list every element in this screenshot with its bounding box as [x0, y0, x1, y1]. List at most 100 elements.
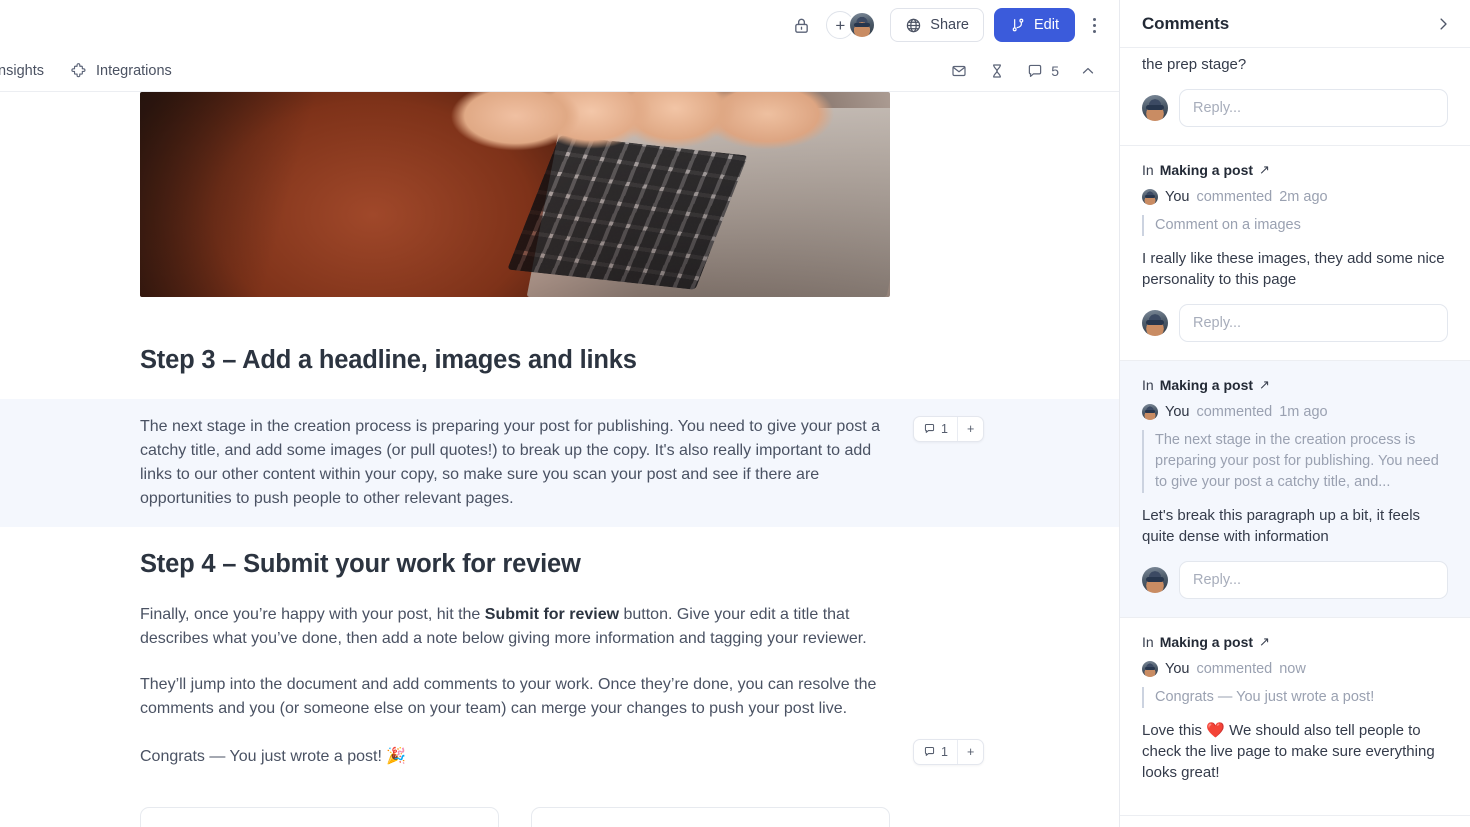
puzzle-icon — [70, 62, 87, 79]
sidebar-item-integrations[interactable]: Integrations — [60, 57, 182, 84]
share-button[interactable]: Share — [890, 8, 984, 42]
sub-toolbar: Insights Integrations — [0, 50, 1119, 92]
sub-item-label: Integrations — [95, 62, 172, 79]
heart-icon: ❤️ — [1206, 722, 1225, 739]
avatar — [1142, 404, 1158, 420]
plus-icon: + — [966, 744, 975, 759]
chevron-right-icon[interactable] — [1434, 15, 1452, 33]
collaborators: + — [826, 11, 877, 39]
external-link-icon[interactable]: ↗ — [1259, 634, 1270, 650]
comment-timestamp: 1m ago — [1279, 404, 1328, 420]
comment-body: I really like these images, they add som… — [1142, 250, 1445, 288]
comment-action: commented — [1196, 661, 1273, 677]
comment-meta: You commented now — [1142, 661, 1448, 677]
external-link-icon[interactable]: ↗ — [1259, 162, 1270, 178]
comment-action: commented — [1196, 189, 1273, 205]
comment-card[interactable]: In Making a post ↗ You commented now Con… — [1120, 618, 1470, 816]
reply-row — [1142, 304, 1448, 342]
highlighted-paragraph-wrap: The next stage in the creation process i… — [0, 398, 1119, 527]
avatar — [1142, 310, 1168, 336]
comment-meta: You commented 1m ago — [1142, 404, 1448, 420]
comment-count-badge[interactable]: 1 — [914, 739, 958, 764]
kebab-menu-icon[interactable] — [1079, 8, 1109, 42]
lock-icon[interactable] — [784, 8, 818, 42]
comment-quote: Congrats — You just wrote a post! — [1142, 687, 1448, 708]
avatar — [1142, 661, 1158, 677]
paragraph-congrats: Congrats — You just wrote a post! 🎉 — [140, 747, 407, 765]
inbox-icon[interactable] — [942, 56, 976, 86]
comment-page-link[interactable]: Making a post — [1160, 634, 1253, 650]
paragraph-step-4: Finally, once you’re happy with your pos… — [140, 603, 890, 651]
comment-author: You — [1165, 661, 1190, 677]
comment-icon — [1026, 62, 1044, 80]
heading-step-3: Step 3 – Add a headline, images and link… — [140, 346, 637, 374]
globe-icon — [905, 17, 922, 34]
comment-count-label: 1 — [941, 421, 948, 436]
add-collaborator-label: + — [835, 15, 846, 35]
reply-row — [1142, 89, 1448, 127]
next-page-card[interactable]: Next - Product Guides — [531, 806, 890, 827]
comments-list[interactable]: the prep stage? In Making a post ↗ You c… — [1120, 48, 1470, 827]
comment-timestamp: 2m ago — [1279, 189, 1328, 205]
reply-input[interactable] — [1179, 304, 1448, 342]
comment-timestamp: now — [1279, 661, 1306, 677]
add-comment-button[interactable]: + — [958, 417, 983, 441]
comment-page-link[interactable]: Making a post — [1160, 162, 1253, 178]
avatar — [1142, 567, 1168, 593]
comment-action: commented — [1196, 404, 1273, 420]
document-pane: + Share Edit nsights Integrations 5 Step… — [0, 0, 1120, 827]
paragraph-congrats-wrap: Congrats — You just wrote a post! 🎉 1 + — [140, 738, 985, 769]
chevron-up-icon[interactable] — [1071, 56, 1105, 86]
avatar — [1142, 189, 1158, 205]
comment-location: In Making a post ↗ — [1142, 377, 1448, 393]
add-comment-button[interactable]: + — [958, 740, 983, 764]
reply-input[interactable] — [1179, 561, 1448, 599]
comment-count-label: 1 — [941, 744, 948, 759]
sub-toolbar-right: 5 — [942, 56, 1105, 86]
previous-page-card[interactable]: Overview - Previous — [140, 806, 499, 827]
avatar[interactable] — [848, 11, 877, 39]
comment-quote: Comment on a images — [1142, 215, 1448, 236]
hourglass-icon[interactable] — [980, 56, 1014, 86]
reply-row — [1142, 561, 1448, 599]
document-scroll-area[interactable]: Step 3 – Add a headline, images and link… — [0, 92, 1119, 827]
comment-body-partial: the prep stage? — [1142, 56, 1247, 73]
comment-count-button[interactable]: 5 — [1018, 56, 1067, 86]
comment-card-partial[interactable]: the prep stage? — [1120, 48, 1470, 146]
comments-pane: Comments the prep stage? In Maki — [1120, 0, 1470, 827]
paragraph-comment-pill: 1 + — [913, 415, 985, 442]
comment-icon — [923, 422, 936, 435]
comment-in-label: In — [1142, 634, 1154, 650]
document-body: Step 3 – Add a headline, images and link… — [0, 297, 1119, 827]
edit-button[interactable]: Edit — [994, 8, 1075, 42]
share-label: Share — [930, 17, 969, 33]
top-toolbar: + Share Edit — [0, 0, 1119, 50]
paragraph-step-3: The next stage in the creation process i… — [140, 417, 881, 507]
commented-paragraph-block[interactable]: The next stage in the creation process i… — [0, 398, 1119, 527]
comment-count-badge[interactable]: 1 — [914, 416, 958, 441]
comment-in-label: In — [1142, 162, 1154, 178]
external-link-icon[interactable]: ↗ — [1259, 377, 1270, 393]
comment-body: Love this ❤️ We should also tell people … — [1142, 720, 1448, 783]
comment-location: In Making a post ↗ — [1142, 162, 1448, 178]
comment-author: You — [1165, 404, 1190, 420]
plus-icon: + — [966, 421, 975, 436]
comments-header: Comments — [1120, 0, 1470, 48]
comment-card-selected[interactable]: In Making a post ↗ You commented 1m ago … — [1120, 361, 1470, 618]
comment-meta: You commented 2m ago — [1142, 189, 1448, 205]
heading-step-3-wrap: Step 3 – Add a headline, images and link… — [140, 345, 890, 377]
comment-location: In Making a post ↗ — [1142, 634, 1448, 650]
comment-icon — [923, 745, 936, 758]
edit-label: Edit — [1034, 17, 1059, 33]
avatar — [1142, 95, 1168, 121]
paragraph-review-flow-wrap: They’ll jump into the document and add c… — [140, 673, 890, 721]
sidebar-item-insights[interactable]: Insights — [0, 58, 54, 84]
paragraph-review-flow: They’ll jump into the document and add c… — [140, 675, 877, 717]
comment-card[interactable]: In Making a post ↗ You commented 2m ago … — [1120, 146, 1470, 361]
paragraph-step-4-wrap: Finally, once you’re happy with your pos… — [140, 603, 890, 651]
reply-input[interactable] — [1179, 89, 1448, 127]
congrats-comment-pill: 1 + — [913, 738, 985, 765]
comment-body: Let's break this paragraph up a bit, it … — [1142, 507, 1421, 545]
comment-page-link[interactable]: Making a post — [1160, 377, 1253, 393]
heading-step-4: Step 4 – Submit your work for review — [140, 549, 581, 578]
